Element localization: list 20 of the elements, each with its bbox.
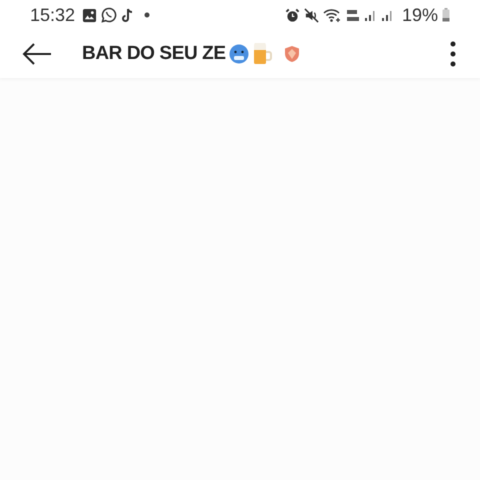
back-button[interactable]: [22, 43, 52, 65]
battery-percent: 19%: [402, 4, 438, 26]
cold-face-icon: [228, 44, 249, 64]
signal-icon: [380, 8, 394, 22]
beer-mug-icon: [252, 43, 272, 65]
signal-icon: [364, 8, 377, 22]
mute-icon: [304, 8, 319, 22]
alarm-icon: [284, 8, 300, 22]
chat-title: BAR DO SEU ZE: [82, 43, 226, 65]
battery-icon: [442, 8, 450, 22]
vertical-dots-icon: [450, 41, 456, 67]
wifi-icon: [322, 8, 342, 22]
notification-dot-icon: [144, 12, 150, 18]
music-note-icon: [121, 8, 134, 22]
more-options-button[interactable]: [450, 41, 456, 67]
status-time: 15:32: [30, 4, 76, 26]
gallery-icon: [82, 8, 98, 22]
shield-icon: [284, 45, 300, 63]
chat-bubble-icon: [101, 7, 118, 23]
back-arrow-icon: [22, 43, 52, 65]
